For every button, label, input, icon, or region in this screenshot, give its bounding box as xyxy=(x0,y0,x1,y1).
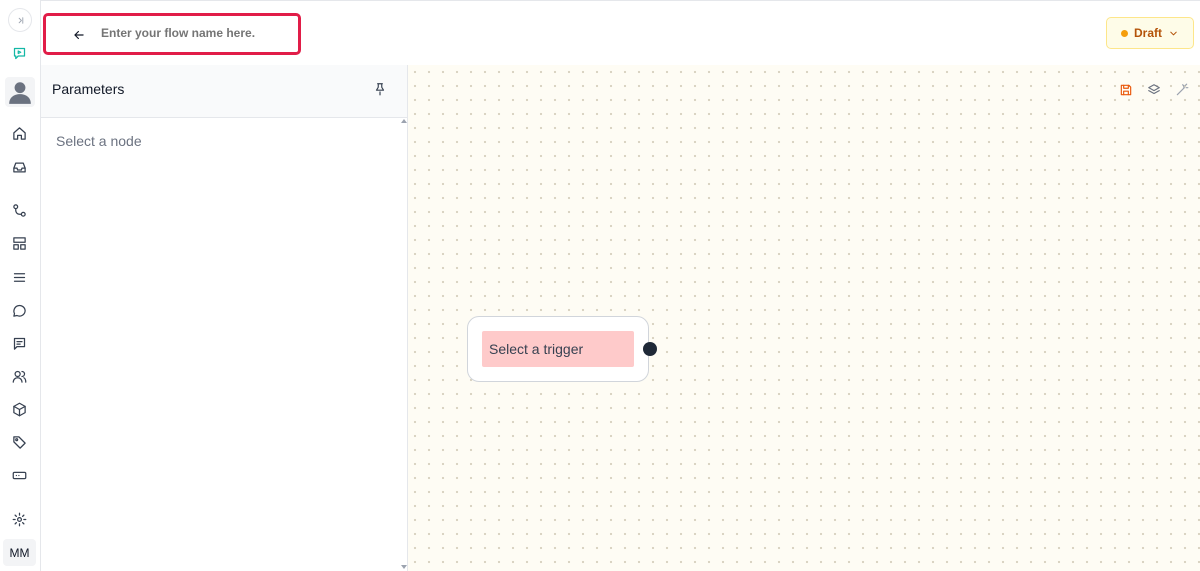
inbox-icon xyxy=(12,162,26,172)
select-trigger-button[interactable]: Select a trigger xyxy=(482,331,634,367)
flow-header: Draft xyxy=(41,0,1200,66)
workflow-icon xyxy=(12,203,26,217)
trigger-node[interactable]: Select a trigger xyxy=(467,316,657,382)
pin-icon xyxy=(375,83,385,96)
user-icon xyxy=(9,82,31,104)
left-nav-rail: MM xyxy=(0,0,41,571)
arrow-left-icon xyxy=(74,30,84,40)
flow-name-input[interactable] xyxy=(101,26,291,40)
save-button[interactable] xyxy=(1116,81,1136,99)
flow-canvas[interactable]: Select a trigger xyxy=(408,65,1200,571)
message-square-icon xyxy=(13,337,25,350)
sidebar-item-templates[interactable] xyxy=(8,232,30,254)
panel-empty-text: Select a node xyxy=(56,133,142,149)
sidebar-item-inbox[interactable] xyxy=(8,156,30,178)
panel-title: Parameters xyxy=(52,81,125,97)
sidebar-item-inputs[interactable] xyxy=(8,464,30,486)
tag-icon xyxy=(12,435,26,449)
scroll-up-arrow[interactable] xyxy=(401,119,407,123)
node-output-handle[interactable] xyxy=(643,342,657,356)
canvas-toolbar xyxy=(1116,81,1192,99)
layers-icon xyxy=(1148,84,1160,95)
sidebar-item-products[interactable] xyxy=(8,398,30,420)
chevron-down-icon xyxy=(1170,31,1177,35)
gear-icon xyxy=(12,512,26,526)
chat-icon xyxy=(12,304,26,317)
parameters-panel: Parameters Select a node xyxy=(41,65,408,571)
home-icon xyxy=(12,126,26,140)
pin-panel-button[interactable] xyxy=(373,82,389,98)
sidebar-item-contacts[interactable] xyxy=(8,365,30,387)
layers-button[interactable] xyxy=(1144,81,1164,99)
sidebar-item-home[interactable] xyxy=(8,122,30,144)
back-button[interactable] xyxy=(70,26,88,44)
sidebar-item-conversations[interactable] xyxy=(8,299,30,321)
sidebar-item-messages[interactable] xyxy=(8,332,30,354)
expand-sidebar-button[interactable] xyxy=(8,8,32,32)
status-label: Draft xyxy=(1133,26,1162,40)
parameters-panel-header: Parameters xyxy=(41,65,407,118)
flow-builder-nav-icon[interactable] xyxy=(8,42,30,64)
sidebar-item-flows[interactable] xyxy=(8,199,30,221)
sidebar-item-tags[interactable] xyxy=(8,431,30,453)
layout-icon xyxy=(12,236,26,250)
sidebar-item-settings[interactable] xyxy=(8,508,30,530)
user-initials-avatar[interactable]: MM xyxy=(3,539,36,566)
flow-name-highlight xyxy=(43,13,301,55)
list-icon xyxy=(13,272,25,282)
chevron-right-bar-icon xyxy=(18,16,23,24)
auto-layout-button[interactable] xyxy=(1172,81,1192,99)
scroll-down-arrow[interactable] xyxy=(401,565,407,569)
sidebar-item-lists[interactable] xyxy=(8,266,30,288)
wand-icon xyxy=(1176,83,1189,96)
status-dropdown[interactable]: Draft xyxy=(1106,17,1194,49)
users-icon xyxy=(12,370,26,383)
save-icon xyxy=(1120,84,1132,96)
input-icon xyxy=(12,471,26,479)
status-dot xyxy=(1120,29,1128,37)
package-icon xyxy=(12,402,26,416)
user-avatar[interactable] xyxy=(5,77,35,107)
